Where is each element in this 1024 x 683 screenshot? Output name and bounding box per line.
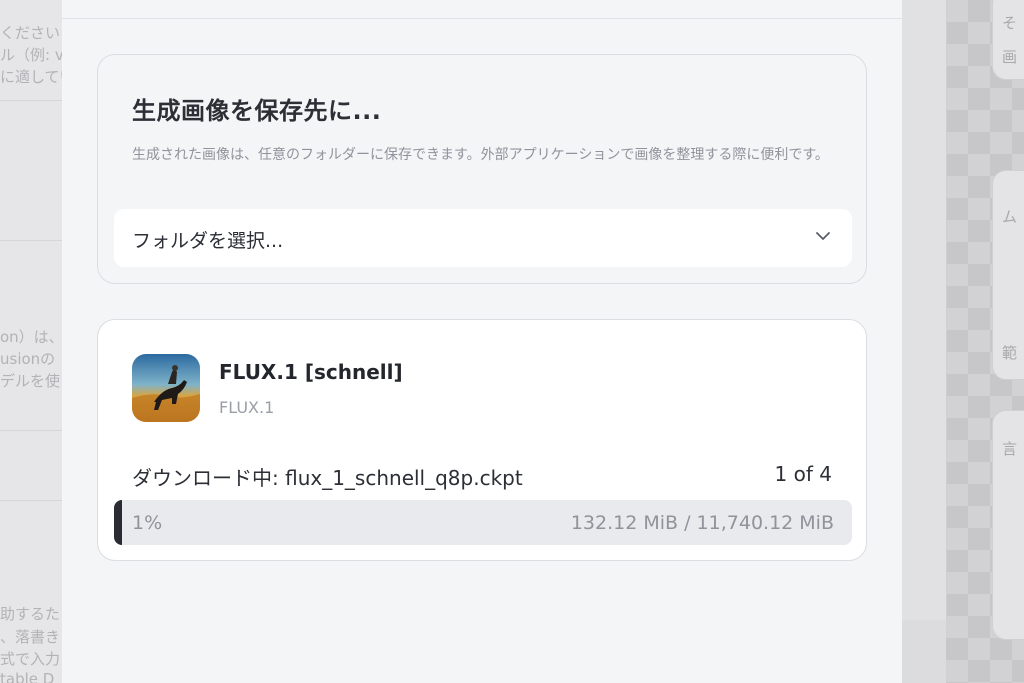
- model-family: FLUX.1: [219, 398, 275, 417]
- divider: [0, 430, 62, 431]
- background-glyph: そ: [1002, 14, 1018, 32]
- background-text-line: 、落書き: [0, 628, 61, 646]
- background-glyph: 範: [1002, 344, 1018, 362]
- background-left-panel: ください ル（例: v に適してい on）は、 usionの デルを使 助するた…: [0, 0, 62, 683]
- folder-select-dropdown[interactable]: フォルダを選択...: [114, 209, 852, 267]
- background-glyph: ム: [1002, 208, 1018, 226]
- download-file-count: 1 of 4: [774, 462, 832, 486]
- background-text-line: に適してい: [0, 68, 62, 86]
- save-destination-title: 生成画像を保存先に...: [132, 97, 382, 125]
- download-progress-fill: [114, 500, 123, 545]
- download-progress-percent: 1%: [132, 512, 163, 534]
- background-text-line: 助するた: [0, 605, 61, 623]
- background-text-line: ル（例: v: [0, 46, 62, 64]
- background-text-line: デルを使: [0, 372, 61, 390]
- background-text-line: on）は、: [0, 328, 62, 346]
- chevron-down-icon: [816, 232, 830, 240]
- background-text-line: 式で入力: [0, 650, 61, 668]
- background-text-line: ください: [0, 24, 61, 42]
- download-progress-size: 132.12 MiB / 11,740.12 MiB: [570, 512, 834, 534]
- divider: [0, 500, 62, 501]
- save-destination-card: 生成画像を保存先に... 生成された画像は、任意のフォルダーに保存できます。外部…: [97, 54, 867, 284]
- background-glyph: 言: [1002, 440, 1018, 458]
- divider: [0, 240, 62, 241]
- model-download-sheet: 生成画像を保存先に... 生成された画像は、任意のフォルダーに保存できます。外部…: [62, 0, 902, 683]
- folder-select-value: フォルダを選択...: [132, 230, 284, 252]
- download-status-text: ダウンロード中: flux_1_schnell_q8p.ckpt: [132, 466, 523, 490]
- model-name: FLUX.1 [schnell]: [219, 360, 403, 384]
- model-thumbnail-icon: [132, 354, 200, 422]
- divider: [0, 100, 62, 101]
- background-right-panel: そ 画 ム 範 言: [902, 0, 1024, 683]
- save-destination-description: 生成された画像は、任意のフォルダーに保存できます。外部アプリケーションで画像を整…: [132, 147, 829, 163]
- download-progress-card: FLUX.1 [schnell] FLUX.1 ダウンロード中: flux_1_…: [97, 319, 867, 561]
- download-progress-bar: 1% 132.12 MiB / 11,740.12 MiB: [114, 500, 852, 545]
- background-sidebar: [902, 0, 947, 620]
- background-glyph: 画: [1002, 48, 1018, 66]
- background-text-line: table D: [0, 670, 55, 683]
- sheet-header-bar: [62, 0, 902, 19]
- background-text-line: usionの: [0, 350, 56, 368]
